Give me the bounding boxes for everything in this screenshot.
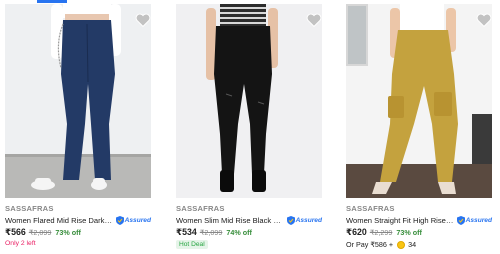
selling-price: ₹534 <box>176 227 197 237</box>
product-card-2[interactable]: SASSAFRAS Women Slim Mid Rise Black Jean… <box>176 0 322 254</box>
supercoin-offer: Or Pay ₹586 + 34 <box>346 240 416 249</box>
assured-badge: Assured <box>115 215 151 225</box>
selling-price: ₹566 <box>5 227 26 237</box>
wishlist-heart-icon[interactable] <box>306 13 322 27</box>
assured-badge: Assured <box>286 215 322 225</box>
product-image[interactable] <box>176 4 322 198</box>
assured-label: Assured <box>465 216 492 224</box>
offer-coins: 34 <box>408 240 417 249</box>
product-image[interactable] <box>346 4 492 198</box>
product-title[interactable]: Women Slim Mid Rise Black Jeans <box>176 216 285 225</box>
product-card-3[interactable]: SASSAFRAS Women Straight Fit High Rise B… <box>346 0 492 254</box>
product-card-1[interactable]: SASSAFRAS Women Flared Mid Rise Dark Blu… <box>5 0 151 254</box>
original-price: ₹2,099 <box>199 228 223 237</box>
assured-shield-icon <box>456 215 465 225</box>
supercoin-icon <box>397 240 406 249</box>
brand-name: SASSAFRAS <box>346 204 395 213</box>
discount-percent: 73% off <box>396 228 422 237</box>
assured-label: Assured <box>124 216 151 224</box>
assured-shield-icon <box>115 215 124 225</box>
discount-percent: 73% off <box>55 228 81 237</box>
assured-label: Assured <box>295 216 322 224</box>
product-image[interactable] <box>5 4 151 198</box>
wishlist-heart-icon[interactable] <box>476 13 492 27</box>
assured-badge: Assured <box>456 215 492 225</box>
product-title[interactable]: Women Flared Mid Rise Dark Blu... <box>5 216 114 225</box>
original-price: ₹2,299 <box>369 228 393 237</box>
selling-price: ₹620 <box>346 227 367 237</box>
discount-percent: 74% off <box>226 228 252 237</box>
assured-shield-icon <box>286 215 295 225</box>
offer-prefix: Or Pay ₹586 + <box>346 240 394 249</box>
hot-deal-badge: Hot Deal <box>176 240 208 249</box>
stock-status: Only 2 left <box>5 240 36 247</box>
original-price: ₹2,099 <box>28 228 52 237</box>
brand-name: SASSAFRAS <box>5 204 54 213</box>
product-title[interactable]: Women Straight Fit High Rise Br... <box>346 216 455 225</box>
brand-name: SASSAFRAS <box>176 204 225 213</box>
wishlist-heart-icon[interactable] <box>135 13 151 27</box>
